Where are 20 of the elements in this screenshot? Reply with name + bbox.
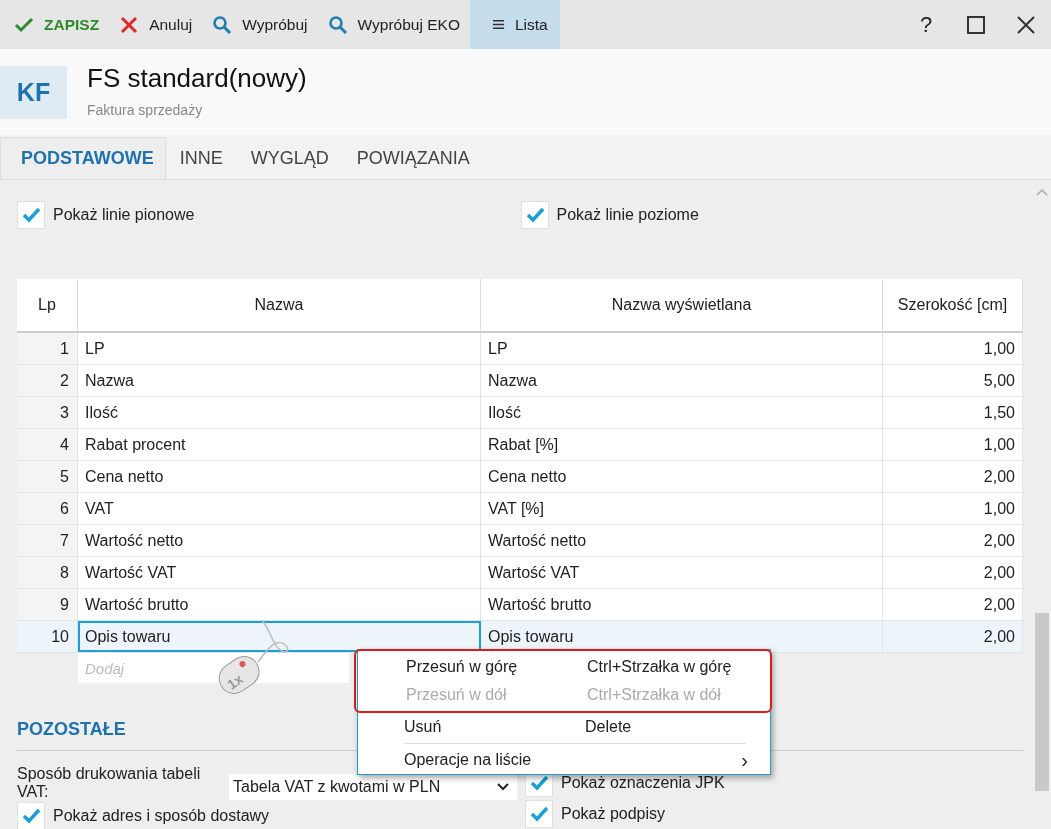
checkbox-label: Pokaż adres i sposób dostawy <box>53 807 270 825</box>
table-cell: 5 <box>17 461 78 492</box>
checkbox-label: Pokaż oznaczenia JPK <box>561 774 725 792</box>
table-cell: 3 <box>17 397 78 428</box>
document-subtitle: Faktura sprzedaży <box>87 101 204 118</box>
table-cell: 7 <box>17 525 78 556</box>
table-cell: 6 <box>17 493 78 524</box>
table-cell: 10 <box>17 621 78 652</box>
table-cell: 9 <box>17 589 78 620</box>
document-badge: KF <box>0 65 67 119</box>
field-label: Sposób drukowania tabeli VAT: <box>17 765 202 801</box>
table-cell: 1 <box>17 333 78 364</box>
checkbox-label: Pokaż podpisy <box>561 805 666 823</box>
table-cell: 8 <box>17 557 78 588</box>
checkbox-label: Pokaż linie poziome <box>556 206 699 224</box>
section-title: POZOSTAŁE <box>17 719 126 739</box>
checkbox-label: Pokaż linie pionowe <box>53 206 195 224</box>
table-cell: 2 <box>17 365 78 396</box>
document-title: FS standard(nowy) <box>87 62 307 94</box>
table-cell: 4 <box>17 429 78 460</box>
